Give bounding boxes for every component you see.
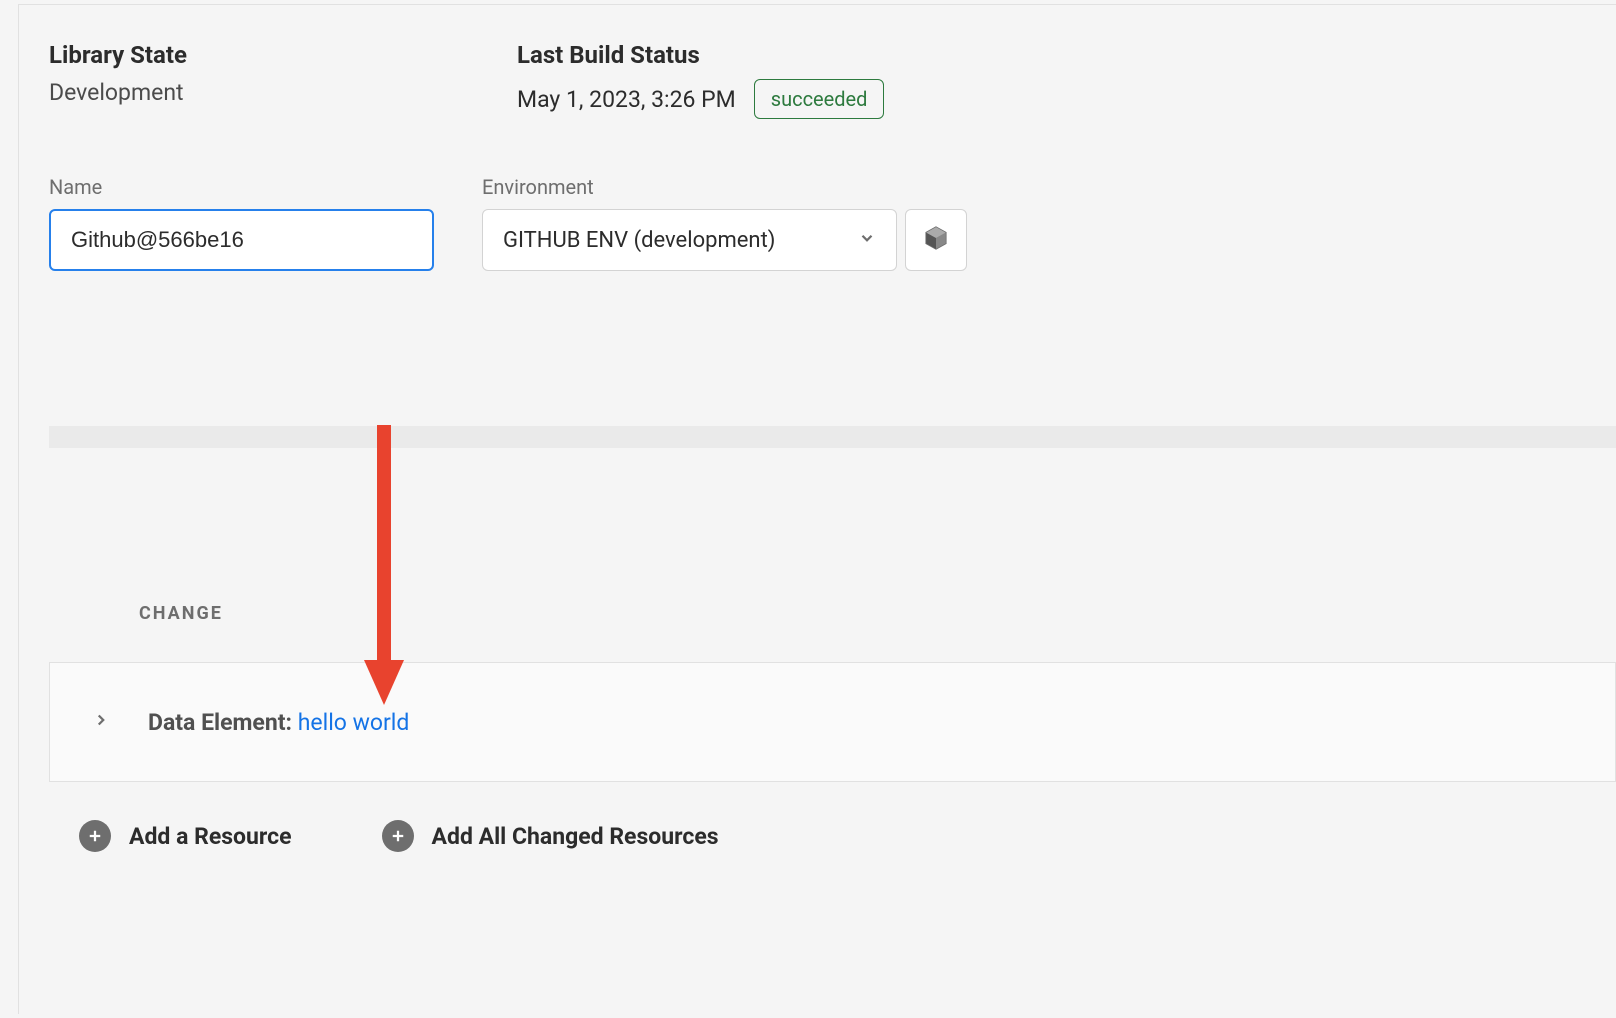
library-panel: Library State Development Last Build Sta… [18, 4, 1616, 1014]
plus-circle-icon [382, 820, 414, 852]
last-build-label: Last Build Status [517, 41, 884, 69]
environment-package-button[interactable] [905, 209, 967, 271]
actions-row: Add a Resource Add All Changed Resources [19, 820, 1616, 852]
chevron-right-icon[interactable] [92, 711, 110, 733]
environment-selected-value: GITHUB ENV (development) [503, 228, 775, 253]
add-resource-button[interactable]: Add a Resource [79, 820, 292, 852]
last-build-date: May 1, 2023, 3:26 PM [517, 86, 736, 113]
change-item-prefix: Data Element: [148, 709, 298, 736]
build-status-badge: succeeded [754, 79, 885, 119]
plus-circle-icon [79, 820, 111, 852]
header-section: Library State Development Last Build Sta… [19, 5, 1616, 271]
change-item-link[interactable]: hello world [298, 709, 410, 736]
change-item-row[interactable]: Data Element: hello world [49, 662, 1616, 782]
change-section-header: CHANGE [19, 603, 1616, 624]
add-resource-label: Add a Resource [129, 823, 292, 850]
environment-select[interactable]: GITHUB ENV (development) [482, 209, 897, 271]
library-state-value: Development [49, 79, 469, 106]
change-item-label: Data Element: hello world [148, 709, 409, 736]
add-all-changed-label: Add All Changed Resources [432, 823, 719, 850]
name-input[interactable] [49, 209, 434, 271]
environment-field-label: Environment [482, 175, 967, 199]
library-state-label: Library State [49, 41, 469, 69]
name-field-label: Name [49, 175, 434, 199]
chevron-down-icon [858, 229, 876, 251]
add-all-changed-button[interactable]: Add All Changed Resources [382, 820, 719, 852]
package-icon [923, 225, 949, 255]
section-divider [49, 426, 1616, 448]
